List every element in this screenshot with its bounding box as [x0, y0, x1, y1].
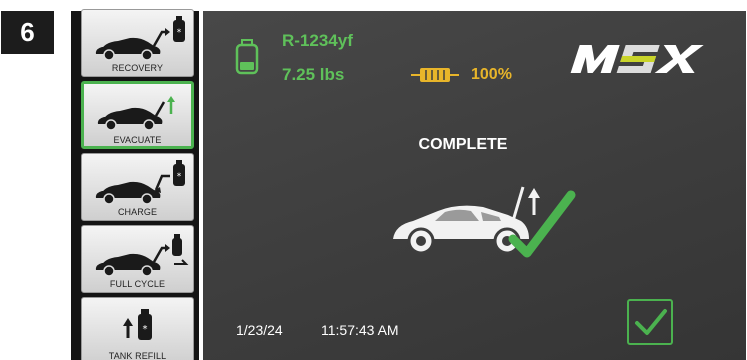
- step-number-badge: 6: [1, 11, 54, 54]
- sidebar-item-label: CHARGE: [117, 207, 158, 217]
- confirm-button[interactable]: [627, 299, 673, 345]
- sidebar-item-label: RECOVERY: [111, 63, 164, 73]
- sidebar-item-charge[interactable]: * CHARGE: [81, 153, 194, 221]
- sidebar-item-evacuate[interactable]: EVACUATE: [81, 81, 194, 149]
- svg-text:*: *: [177, 28, 182, 38]
- refrigerant-tank-icon: [235, 39, 259, 75]
- sidebar-item-recovery[interactable]: * RECOVERY: [81, 9, 194, 77]
- battery-icon: [411, 68, 459, 82]
- sidebar-item-tank-refill[interactable]: * TANK REFILL: [81, 297, 194, 360]
- main-screen: R-1234yf 7.25 lbs 100% COMPLETE 1/23/24 …: [203, 11, 746, 360]
- sidebar-item-label: EVACUATE: [113, 135, 162, 145]
- msx-logo: [570, 45, 704, 73]
- car-complete-icon: [393, 186, 576, 258]
- svg-text:*: *: [177, 172, 182, 182]
- date-display: 1/23/24: [236, 322, 283, 338]
- device-frame: * RECOVERY EVACUATE * CHARGE FULL CYCLE …: [71, 9, 746, 360]
- time-display: 11:57:43 AM: [321, 322, 399, 338]
- svg-text:*: *: [143, 324, 148, 335]
- refrigerant-type: R-1234yf: [282, 31, 353, 50]
- sidebar-item-label: FULL CYCLE: [109, 279, 166, 289]
- sidebar-item-full-cycle[interactable]: FULL CYCLE: [81, 225, 194, 293]
- status-text: COMPLETE: [418, 136, 508, 153]
- sidebar-item-label: TANK REFILL: [108, 351, 167, 360]
- checkmark-icon: [635, 309, 667, 335]
- refrigerant-weight: 7.25 lbs: [282, 65, 345, 84]
- battery-level: 100%: [471, 66, 512, 83]
- mode-sidebar: * RECOVERY EVACUATE * CHARGE FULL CYCLE …: [81, 9, 197, 360]
